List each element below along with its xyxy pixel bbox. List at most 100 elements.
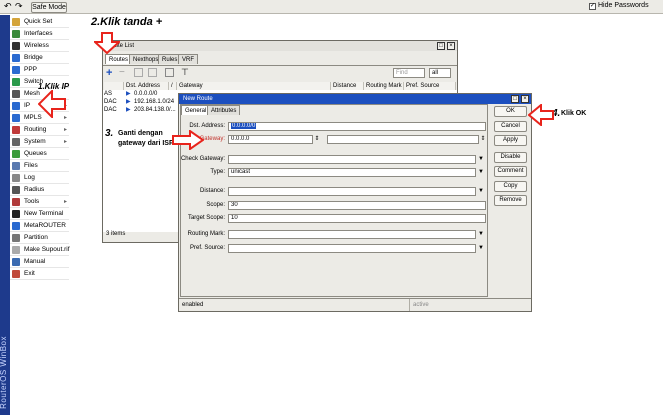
sidebar-item-label: Files (24, 162, 38, 169)
gateway-dropdown-icon[interactable]: ⇕ (314, 135, 320, 144)
pref-source-field[interactable] (228, 244, 476, 253)
apply-button[interactable]: Apply (494, 135, 527, 146)
column-header-flags[interactable] (104, 82, 124, 90)
remove-icon[interactable]: − (119, 67, 125, 78)
sidebar-item-quick-set[interactable]: Quick Set (10, 16, 69, 28)
enable-icon[interactable] (134, 68, 143, 77)
close-icon[interactable]: × (521, 95, 529, 103)
column-header-gateway[interactable]: Gateway (177, 82, 331, 90)
redo-icon[interactable]: ↷ (15, 1, 23, 12)
hide-passwords-label: Hide Passwords (598, 2, 649, 9)
sidebar-item-label: Quick Set (24, 18, 53, 25)
maximize-icon[interactable]: □ (511, 95, 519, 103)
distance-field[interactable] (228, 187, 476, 196)
sidebar-item-files[interactable]: Files (10, 160, 69, 172)
column-header-dst-address[interactable]: Dst. Address (124, 82, 169, 90)
target-scope-field[interactable]: 10 (228, 214, 486, 223)
sidebar-item-label: IP (24, 102, 31, 109)
cancel-button[interactable]: Cancel (494, 121, 527, 132)
sidebar-item-label: New Terminal (24, 210, 64, 217)
comment-button[interactable]: Comment (494, 166, 527, 177)
sidebar-item-metarouter[interactable]: MetaROUTER (10, 220, 69, 232)
add-icon[interactable]: + (106, 67, 112, 79)
route-flag: DAC (104, 107, 117, 113)
copy-button[interactable]: Copy (494, 181, 527, 192)
type-field[interactable]: unicast (228, 168, 476, 177)
supout-icon (12, 246, 20, 254)
sidebar-item-wireless[interactable]: Wireless (10, 40, 69, 52)
disable-button[interactable]: Disable (494, 152, 527, 163)
routing-mark-field[interactable] (228, 230, 476, 239)
filter-select[interactable]: all (429, 68, 451, 78)
sidebar-item-label: Manual (24, 258, 46, 265)
sidebar-item-label: Bridge (24, 54, 43, 61)
sidebar-item-log[interactable]: Log (10, 172, 69, 184)
routing-icon (12, 126, 20, 134)
table-row[interactable]: AS ▶ 0.0.0.0/0 (104, 91, 157, 98)
column-header-pref-source[interactable]: Pref. Source (404, 82, 456, 90)
red-arrow-left-icon (528, 104, 554, 126)
column-header-routing-mark[interactable]: Routing Mark (364, 82, 404, 90)
undo-icon[interactable]: ↶ (4, 1, 12, 12)
route-active-icon: ▶ (126, 99, 131, 105)
comment-icon[interactable] (165, 68, 174, 77)
find-input[interactable]: Find (393, 68, 425, 78)
routing-mark-dropdown-icon[interactable]: ▼ (478, 230, 484, 239)
sidebar-item-label: System (24, 138, 46, 145)
filter-icon[interactable]: ⊤ (181, 67, 189, 78)
check-gateway-field[interactable] (228, 155, 476, 164)
sidebar-item-label: Tools (24, 198, 40, 205)
disable-icon[interactable] (148, 68, 157, 77)
sidebar-item-interfaces[interactable]: Interfaces (10, 28, 69, 40)
gateway-field[interactable]: 0.0.0.0 (228, 135, 313, 144)
distance-dropdown-icon[interactable]: ▼ (478, 187, 484, 196)
red-arrow-left-icon (38, 90, 66, 118)
route-list-status: 3 items (106, 231, 126, 237)
top-toolbar: ↶ ↷ Safe Mode ✓ Hide Passwords (0, 0, 663, 14)
tab-general[interactable]: General (181, 105, 211, 115)
sidebar-item-exit[interactable]: Exit (10, 268, 69, 280)
manual-icon (12, 258, 20, 266)
sidebar-item-tools[interactable]: Tools ▸ (10, 196, 69, 208)
sidebar-item-routing[interactable]: Routing ▸ (10, 124, 69, 136)
sidebar-item-ppp[interactable]: PPP (10, 64, 69, 76)
remove-button[interactable]: Remove (494, 195, 527, 206)
pref-source-dropdown-icon[interactable]: ▼ (478, 244, 484, 253)
dst-address-field[interactable]: 0.0.0.0/0 (228, 122, 486, 131)
pref-source-label: Pref. Source: (189, 245, 225, 251)
safe-mode-button[interactable]: Safe Mode (31, 2, 67, 13)
close-icon[interactable]: × (447, 42, 455, 50)
new-route-titlebar[interactable]: New Route (179, 94, 531, 104)
table-row[interactable]: DAC ▶ 203.84.138.0/... (104, 107, 176, 114)
ip-icon (12, 102, 20, 110)
tab-vrf[interactable]: VRF (178, 54, 198, 64)
column-header-distance[interactable]: Distance (331, 82, 364, 90)
table-row[interactable]: DAC ▶ 192.168.1.0/24 (104, 99, 174, 106)
sidebar-item-queues[interactable]: Queues (10, 148, 69, 160)
gateway-secondary-dropdown-icon[interactable]: ⇕ (480, 135, 486, 144)
maximize-icon[interactable]: □ (437, 42, 445, 50)
sidebar-item-make-supout[interactable]: Make Supout.rif (10, 244, 70, 256)
ok-button[interactable]: OK (494, 106, 527, 117)
route-list-titlebar[interactable]: Route List (103, 41, 457, 51)
sidebar-item-label: MetaROUTER (24, 222, 66, 229)
tab-attributes[interactable]: Attributes (207, 105, 241, 115)
column-header-sort[interactable]: / (169, 82, 177, 90)
sidebar-item-new-terminal[interactable]: New Terminal (10, 208, 69, 220)
sidebar-item-label: Partition (24, 234, 48, 241)
hide-passwords-checkbox[interactable]: ✓ (589, 3, 596, 10)
sidebar-item-bridge[interactable]: Bridge (10, 52, 69, 64)
tab-routes[interactable]: Routes (105, 54, 133, 64)
sidebar-item-manual[interactable]: Manual (10, 256, 69, 268)
brand-strip: RouterOS WinBox (0, 15, 10, 415)
annotation-step-3-line2: Ganti dengan (118, 130, 163, 137)
check-gateway-dropdown-icon[interactable]: ▼ (478, 155, 484, 164)
sidebar-item-radius[interactable]: Radius (10, 184, 69, 196)
route-dst-address: 0.0.0.0/0 (134, 91, 158, 97)
scope-field[interactable]: 30 (228, 201, 486, 210)
type-dropdown-icon[interactable]: ▼ (478, 168, 484, 177)
sidebar-item-partition[interactable]: Partition (10, 232, 69, 244)
gateway-secondary-field[interactable] (327, 135, 479, 144)
status-divider (409, 299, 410, 311)
sidebar-item-system[interactable]: System ▸ (10, 136, 69, 148)
